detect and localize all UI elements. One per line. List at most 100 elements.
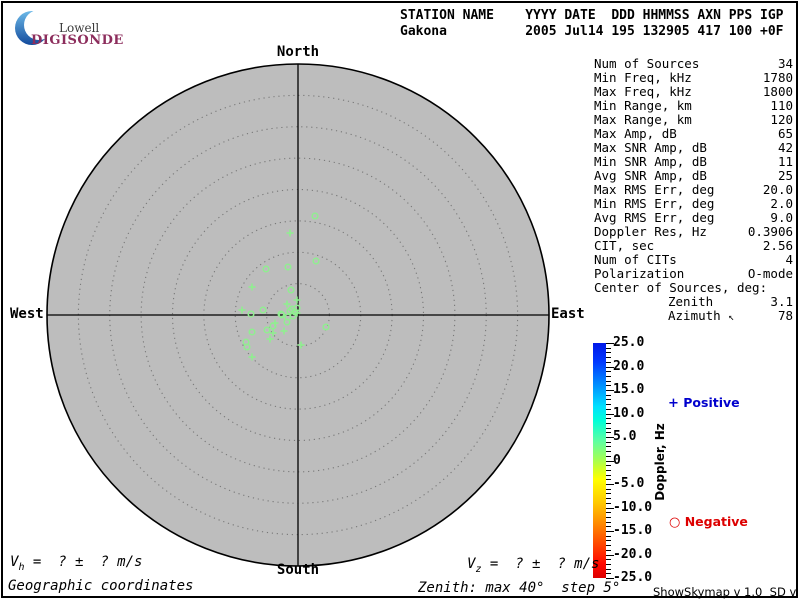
colorbar-minor-tick xyxy=(606,394,611,396)
stat-value: 0.3906 xyxy=(747,224,793,239)
stat-label: Min RMS Err, deg xyxy=(594,196,715,211)
colorbar-minor-tick xyxy=(606,361,611,363)
legend-positive: + Positive xyxy=(668,395,740,411)
stat-value: 34 xyxy=(777,56,793,71)
colorbar-minor-tick xyxy=(606,357,611,359)
stat-value: 3.1 xyxy=(770,294,793,309)
stat-label: Max RMS Err, deg xyxy=(594,182,715,197)
colorbar-tick-label: 10.0 xyxy=(613,405,645,421)
plus-marker-icon: + xyxy=(668,396,679,411)
colorbar-minor-tick xyxy=(606,455,611,457)
stat-label: Min Range, km xyxy=(594,98,692,113)
colorbar-minor-tick xyxy=(606,563,611,565)
legend-positive-label: Positive xyxy=(683,395,740,410)
colorbar-minor-tick xyxy=(606,427,611,429)
stat-label: Avg SNR Amp, dB xyxy=(594,168,707,183)
colorbar-minor-tick xyxy=(606,526,611,528)
stat-label: Max SNR Amp, dB xyxy=(594,140,707,155)
colorbar-minor-tick xyxy=(606,493,611,495)
doppler-colorbar xyxy=(593,343,606,578)
skymap-window: Lowell DIGISONDE STATION NAME YYYY DATE … xyxy=(0,0,800,600)
horizontal-velocity-readout: Vh = ? ± ? m/s xyxy=(10,554,142,573)
colorbar-minor-tick xyxy=(606,502,611,504)
stat-value: 4 xyxy=(785,252,793,267)
stat-row: Max RMS Err, deg 20.0 xyxy=(594,183,793,197)
stat-row: CIT, sec 2.56 xyxy=(594,239,793,253)
stat-label: Min SNR Amp, dB xyxy=(594,154,707,169)
colorbar-minor-tick xyxy=(606,347,611,349)
colorbar-tick-label: 0 xyxy=(613,452,621,468)
stat-row: Min RMS Err, deg 2.0 xyxy=(594,197,793,211)
stat-row: Zenith 3.1 xyxy=(594,295,793,309)
colorbar-minor-tick xyxy=(606,469,611,471)
colorbar-minor-tick xyxy=(606,479,611,481)
stat-value: 2.0 xyxy=(770,196,793,211)
stat-row: Num of CITs 4 xyxy=(594,253,793,267)
colorbar-axis-title: Doppler, Hz xyxy=(653,423,667,501)
colorbar-minor-tick xyxy=(606,516,611,518)
compass-east-label: East xyxy=(551,306,585,322)
colorbar-minor-tick xyxy=(606,549,611,551)
colorbar-minor-tick xyxy=(606,352,611,354)
stat-label: Azimuth ↖ xyxy=(668,308,735,324)
stat-label: Polarization xyxy=(594,266,685,281)
stat-row: Doppler Res, Hz 0.3906 xyxy=(594,225,793,239)
colorbar-minor-tick xyxy=(606,375,611,377)
stat-value: 1800 xyxy=(762,84,793,99)
stat-label: Num of Sources xyxy=(594,56,700,71)
stat-row: Min SNR Amp, dB 11 xyxy=(594,155,793,169)
stat-label: Zenith xyxy=(668,294,714,309)
colorbar-minor-tick xyxy=(606,422,611,424)
colorbar-minor-tick xyxy=(606,371,611,373)
measurement-stats-panel: Num of Sources 34 Min Freq, kHz 1780 Max Fre… xyxy=(594,57,793,325)
legend-negative-label: Negative xyxy=(684,514,748,529)
colorbar-minor-tick xyxy=(606,380,611,382)
vh-value: = ? ± ? m/s xyxy=(24,554,143,570)
azimuth-arrow-icon: ↖ xyxy=(728,312,735,323)
header-labels-row: STATION NAME YYYY DATE DDD HHMMSS AXN PP… xyxy=(400,8,784,23)
colorbar-minor-tick xyxy=(606,441,611,443)
stat-row: Max Amp, dB 65 xyxy=(594,127,793,141)
zenith-scale-note: Zenith: max 40° step 5° xyxy=(418,580,621,596)
stat-row: Polarization O-mode xyxy=(594,267,793,281)
software-version-label: ShowSkymap v 1.0 SD v 4.2 xyxy=(653,585,800,599)
colorbar-minor-tick xyxy=(606,404,611,406)
colorbar-minor-tick xyxy=(606,399,611,401)
stat-value: O-mode xyxy=(747,266,793,281)
colorbar-minor-tick xyxy=(606,474,611,476)
stat-row: Avg SNR Amp, dB 25 xyxy=(594,169,793,183)
colorbar-minor-tick xyxy=(606,512,611,514)
stat-value: 2.56 xyxy=(762,238,793,253)
colorbar-minor-tick xyxy=(606,488,611,490)
coordinate-system-note: Geographic coordinates xyxy=(8,578,194,594)
stat-value: 42 xyxy=(777,140,793,155)
stat-row: Min Range, km 110 xyxy=(594,99,793,113)
colorbar-tick-label: -25.0 xyxy=(613,569,653,585)
stat-label: CIT, sec xyxy=(594,238,655,253)
stat-value: 20.0 xyxy=(762,182,793,197)
colorbar-minor-tick xyxy=(606,573,611,575)
logo-text-digisonde: DIGISONDE xyxy=(31,33,124,48)
stat-row: Min Freq, kHz 1780 xyxy=(594,71,793,85)
stat-row: Max Freq, kHz 1800 xyxy=(594,85,793,99)
stat-value: 9.0 xyxy=(770,210,793,225)
stat-value: 120 xyxy=(770,112,793,127)
colorbar-minor-tick xyxy=(606,408,611,410)
stat-value: 78 xyxy=(777,308,793,323)
colorbar-minor-tick xyxy=(606,432,611,434)
colorbar-tick-label: -5.0 xyxy=(613,475,645,491)
colorbar-minor-tick xyxy=(606,521,611,523)
colorbar-tick-label: 20.0 xyxy=(613,358,645,374)
stat-label: Max Freq, kHz xyxy=(594,84,692,99)
colorbar-tick-label: -15.0 xyxy=(613,522,653,538)
stat-label: Min Freq, kHz xyxy=(594,70,692,85)
legend-negative: ○ Negative xyxy=(669,514,748,530)
stat-row: Avg RMS Err, deg 9.0 xyxy=(594,211,793,225)
stat-row: Azimuth ↖ 78 xyxy=(594,309,793,325)
vertical-velocity-readout: Vz = ? ± ? m/s xyxy=(467,556,599,575)
stat-label: Num of CITs xyxy=(594,252,677,267)
colorbar-minor-tick xyxy=(606,498,611,500)
colorbar-tick-label: 15.0 xyxy=(613,381,645,397)
colorbar-tick-label: 5.0 xyxy=(613,428,637,444)
compass-west-label: West xyxy=(10,306,44,322)
